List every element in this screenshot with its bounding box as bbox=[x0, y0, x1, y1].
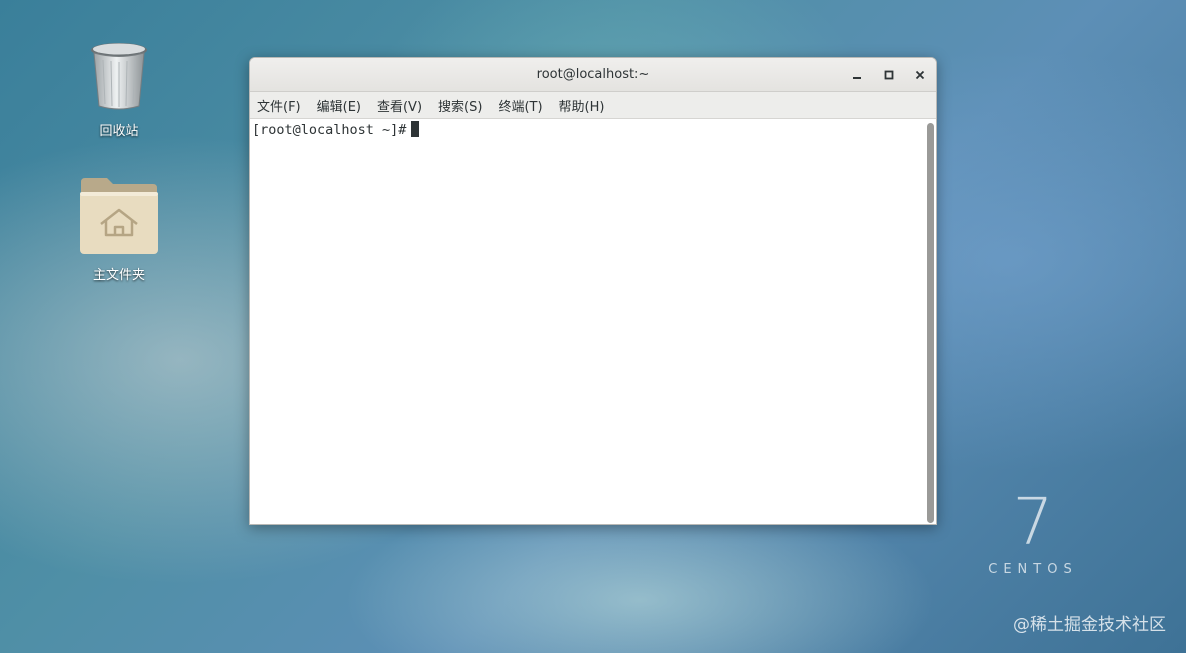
minimize-icon bbox=[853, 77, 861, 79]
centos-name: CENTOS bbox=[988, 562, 1078, 577]
close-button[interactable] bbox=[910, 66, 930, 84]
maximize-icon bbox=[884, 70, 894, 80]
terminal-line: [root@localhost ~]# bbox=[252, 121, 420, 138]
window-title: root@localhost:~ bbox=[536, 67, 650, 82]
menu-terminal[interactable]: 终端(T) bbox=[497, 94, 543, 117]
menu-file[interactable]: 文件(F) bbox=[256, 94, 302, 117]
trash-icon bbox=[91, 43, 147, 110]
home-folder-label: 主文件夹 bbox=[92, 268, 145, 283]
terminal-cursor bbox=[411, 121, 420, 137]
terminal-prompt: [root@localhost ~]# bbox=[252, 122, 407, 138]
menu-edit[interactable]: 编辑(E) bbox=[316, 94, 362, 117]
trash-label: 回收站 bbox=[99, 124, 139, 139]
menu-search[interactable]: 搜索(S) bbox=[437, 94, 483, 117]
desktop-icon-home-folder[interactable]: 主文件夹 bbox=[64, 174, 174, 283]
menu-view[interactable]: 查看(V) bbox=[376, 94, 423, 117]
desktop-icon-trash[interactable]: 回收站 bbox=[64, 40, 174, 139]
close-icon bbox=[915, 70, 925, 80]
home-folder-icon bbox=[80, 178, 158, 254]
terminal-scrollbar[interactable] bbox=[927, 123, 934, 523]
terminal-window[interactable]: root@localhost:~ 文件(F) 编辑(E) 查看(V) 搜索(S)… bbox=[249, 57, 937, 525]
menu-bar: 文件(F) 编辑(E) 查看(V) 搜索(S) 终端(T) 帮助(H) bbox=[250, 92, 936, 119]
window-titlebar[interactable]: root@localhost:~ bbox=[250, 58, 936, 92]
menu-help[interactable]: 帮助(H) bbox=[558, 94, 606, 117]
watermark-text: @稀土掘金技术社区 bbox=[1013, 615, 1166, 635]
centos-version: 7 bbox=[1012, 486, 1054, 560]
minimize-button[interactable] bbox=[847, 66, 867, 84]
centos-branding: 7 CENTOS bbox=[978, 488, 1088, 577]
maximize-button[interactable] bbox=[879, 66, 899, 84]
terminal-area[interactable]: [root@localhost ~]# bbox=[250, 119, 936, 524]
